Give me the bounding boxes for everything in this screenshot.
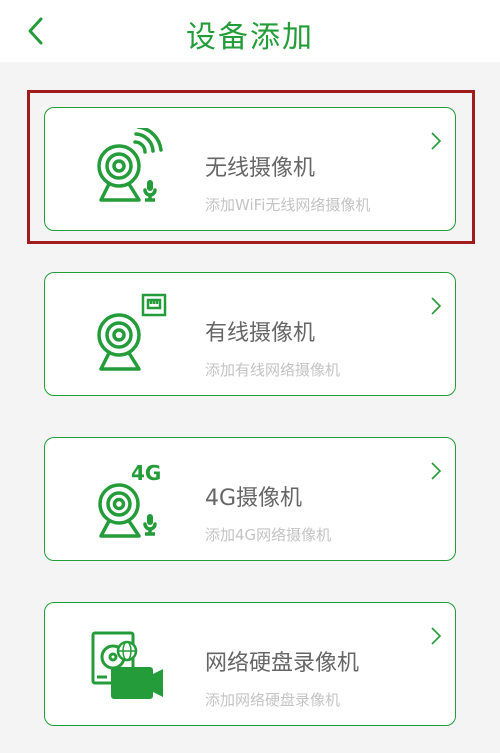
device-option-4g-camera[interactable]: 4G 4G摄像机 添加4G网络摄像机 <box>44 437 456 561</box>
device-description: 添加WiFi无线网络摄像机 <box>205 196 371 214</box>
device-option-wireless-camera[interactable]: 无线摄像机 添加WiFi无线网络摄像机 <box>44 107 456 231</box>
wifi-camera-icon <box>97 128 163 202</box>
device-description: 添加4G网络摄像机 <box>205 526 332 544</box>
wired-camera-icon <box>97 293 167 371</box>
chevron-right-icon <box>431 462 442 480</box>
device-description: 添加有线网络摄像机 <box>205 361 341 379</box>
top-bar: 设备添加 <box>0 0 500 62</box>
chevron-right-icon <box>431 297 442 315</box>
device-name: 4G摄像机 <box>205 486 303 511</box>
4g-camera-icon: 4G <box>98 461 161 538</box>
page-title: 设备添加 <box>186 20 314 55</box>
nvr-icon <box>91 631 163 699</box>
device-name: 有线摄像机 <box>205 321 316 346</box>
chevron-right-icon <box>431 627 442 645</box>
device-description: 添加网络硬盘录像机 <box>205 691 341 709</box>
chevron-right-icon <box>431 132 442 150</box>
device-option-wired-camera[interactable]: 有线摄像机 添加有线网络摄像机 <box>44 272 456 396</box>
4g-badge: 4G <box>131 461 161 485</box>
device-option-nvr[interactable]: 网络硬盘录像机 添加网络硬盘录像机 <box>44 602 456 726</box>
device-name: 网络硬盘录像机 <box>205 651 360 676</box>
device-name: 无线摄像机 <box>205 156 316 181</box>
